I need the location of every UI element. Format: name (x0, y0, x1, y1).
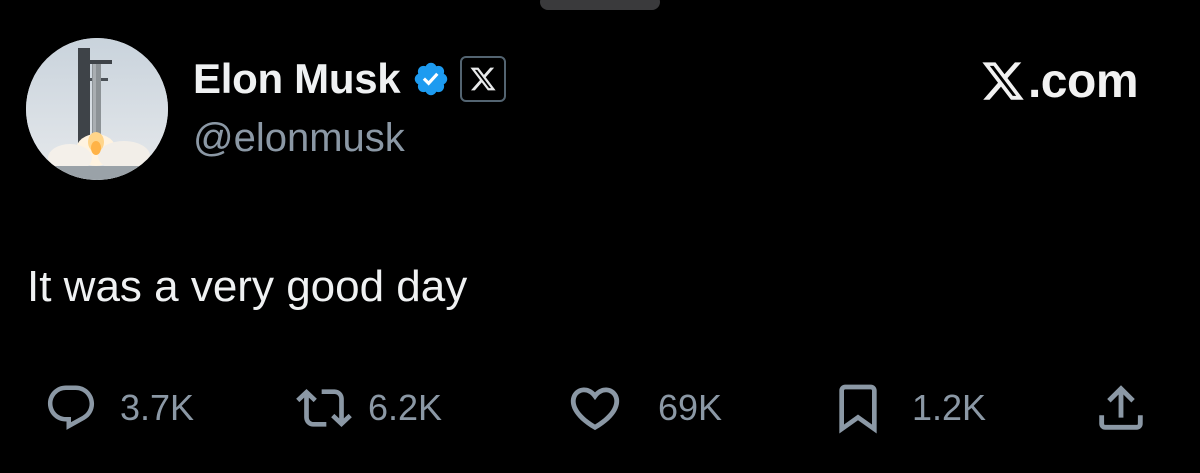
verified-badge-icon (415, 62, 448, 96)
avatar[interactable] (26, 38, 168, 180)
x-logo-icon (470, 67, 496, 91)
sheet-drag-handle[interactable] (540, 0, 660, 10)
reply-icon (47, 385, 95, 430)
x-com-watermark: .com (980, 52, 1139, 110)
display-name[interactable]: Elon Musk (193, 55, 401, 103)
reply-button[interactable]: 3.7K (44, 378, 194, 438)
share-icon (1099, 385, 1143, 430)
tweet-text: It was a very good day (27, 262, 468, 311)
x-logo-icon (982, 62, 1024, 100)
share-button[interactable] (1092, 378, 1150, 438)
repost-count: 6.2K (368, 387, 443, 428)
like-count: 69K (658, 387, 723, 428)
author-name-row: Elon Musk (193, 52, 507, 106)
heart-icon (570, 387, 620, 431)
username-handle[interactable]: @elonmusk (193, 116, 405, 161)
bookmark-count: 1.2K (912, 387, 987, 428)
tweet-action-bar: 3.7K 6.2K 69K 1.2K (0, 378, 1200, 438)
bookmark-icon (839, 384, 877, 434)
reply-count: 3.7K (120, 387, 195, 428)
bookmark-button[interactable]: 1.2K (830, 378, 986, 438)
rocket-launch-image (26, 38, 168, 180)
affiliate-badge[interactable] (460, 56, 507, 102)
repost-button[interactable]: 6.2K (296, 378, 442, 438)
like-button[interactable]: 69K (566, 378, 722, 438)
repost-icon (296, 389, 352, 427)
brand-domain-text: .com (1027, 54, 1139, 108)
